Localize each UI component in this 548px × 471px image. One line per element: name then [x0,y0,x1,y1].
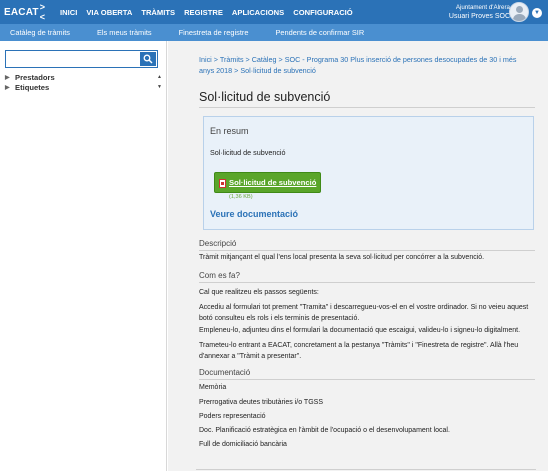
category-tree: ▶ Prestadors ▶ Etiquetes ▲ ▼ [5,72,163,92]
search-icon [143,54,153,64]
chevron-right-icon: ▶ [5,84,10,91]
main-nav: INICI VIA OBERTA TRÀMITS REGISTRE APLICA… [60,0,362,24]
doc-item-planificacio: Doc. Planificació estratègica en l'àmbit… [199,427,450,434]
user-name: Usuari Proves SOC [448,13,510,20]
summary-title: En resum [210,126,249,136]
pdf-icon [219,179,226,188]
tree-scrollbar[interactable]: ▲ ▼ [157,72,163,92]
file-size: (1,36 KB) [229,194,253,200]
page-title: Sol·licitud de subvenció [199,90,331,104]
search-input[interactable] [7,52,138,66]
com-es-fa-step-3: Trameteu-lo entrant a EACAT, concretamen… [199,342,519,360]
nav-inici[interactable]: INICI [60,8,77,17]
search-box [5,50,158,68]
tree-item-label: Etiquetes [15,82,50,92]
logo-mark: >< [39,2,45,22]
eacat-logo[interactable]: EACAT >< [4,2,50,22]
tree-item-label: Prestadors [15,72,55,82]
section-divider [199,379,535,380]
com-es-fa-heading: Com es fa? [199,271,240,280]
descripcio-text: Tràmit mitjançant el qual l'ens local pr… [199,254,485,261]
sidebar: ▶ Prestadors ▶ Etiquetes ▲ ▼ [0,41,167,471]
subnav-finestreta-registre[interactable]: Finestreta de registre [179,28,249,37]
nav-aplicacions[interactable]: APLICACIONS [232,8,284,17]
subnav-meus-tramits[interactable]: Els meus tràmits [97,28,152,37]
doc-item-domiciliacio: Full de domiciliació bancària [199,441,287,448]
descripcio-heading: Descripció [199,239,237,248]
user-organization: Ajuntament d'Alrera [455,4,510,11]
breadcrumb-text[interactable]: Inici > Tràmits > Catàleg > SOC - Progra… [199,55,516,75]
title-divider [199,107,535,108]
doc-item-memoria: Memòria [199,384,227,391]
com-es-fa-step-1: Accediu al formulari tot prement "Tramit… [199,304,529,322]
logo-text: EACAT [4,6,39,18]
chevron-right-icon: ▶ [5,74,10,81]
tree-item-prestadors[interactable]: ▶ Prestadors [5,72,160,82]
summary-text: Sol·licitud de subvenció [210,148,286,157]
nav-registre[interactable]: REGISTRE [184,8,223,17]
user-info[interactable]: Ajuntament d'Alrera Usuari Proves SOC [449,3,510,21]
section-divider [199,250,535,251]
nav-tramits[interactable]: TRÀMITS [141,8,175,17]
top-navigation-bar: EACAT >< INICI VIA OBERTA TRÀMITS REGIST… [0,0,548,24]
doc-item-prerrogativa: Prerrogativa deutes tributàries i/o TGSS [199,399,323,406]
secondary-navigation-bar: Catàleg de tràmits Els meus tràmits Fine… [0,24,548,41]
chevron-down-icon[interactable]: ▼ [532,8,542,18]
subnav-cataleg-tramits[interactable]: Catàleg de tràmits [10,28,70,37]
view-documentation-link[interactable]: Veure documentació [210,209,298,219]
documentacio-heading: Documentació [199,368,251,377]
download-form-button[interactable]: Sol·licitud de subvenció [214,172,321,193]
nav-via-oberta[interactable]: VIA OBERTA [86,8,132,17]
search-button[interactable] [140,52,156,66]
doc-item-poders: Poders representació [199,413,266,420]
nav-configuracio[interactable]: CONFIGURACIÓ [293,8,352,17]
download-form-label: Sol·licitud de subvenció [229,178,317,187]
subnav-pendents-sir[interactable]: Pendents de confirmar SIR [275,28,364,37]
avatar-body-shape [513,14,526,21]
bottom-divider [196,469,536,470]
main-content: Inici > Tràmits > Catàleg > SOC - Progra… [168,41,548,471]
tree-item-etiquetes[interactable]: ▶ Etiquetes [5,82,160,92]
com-es-fa-step-2: Empleneu-lo, adjunteu dins el formulari … [199,327,521,334]
avatar[interactable] [509,2,529,22]
breadcrumb[interactable]: Inici > Tràmits > Catàleg > SOC - Progra… [199,54,529,76]
com-es-fa-intro: Cal que realitzeu els passos següents: [199,289,319,296]
section-divider [199,282,535,283]
summary-panel: En resum Sol·licitud de subvenció Sol·li… [203,116,534,230]
avatar-head-shape [516,6,523,13]
